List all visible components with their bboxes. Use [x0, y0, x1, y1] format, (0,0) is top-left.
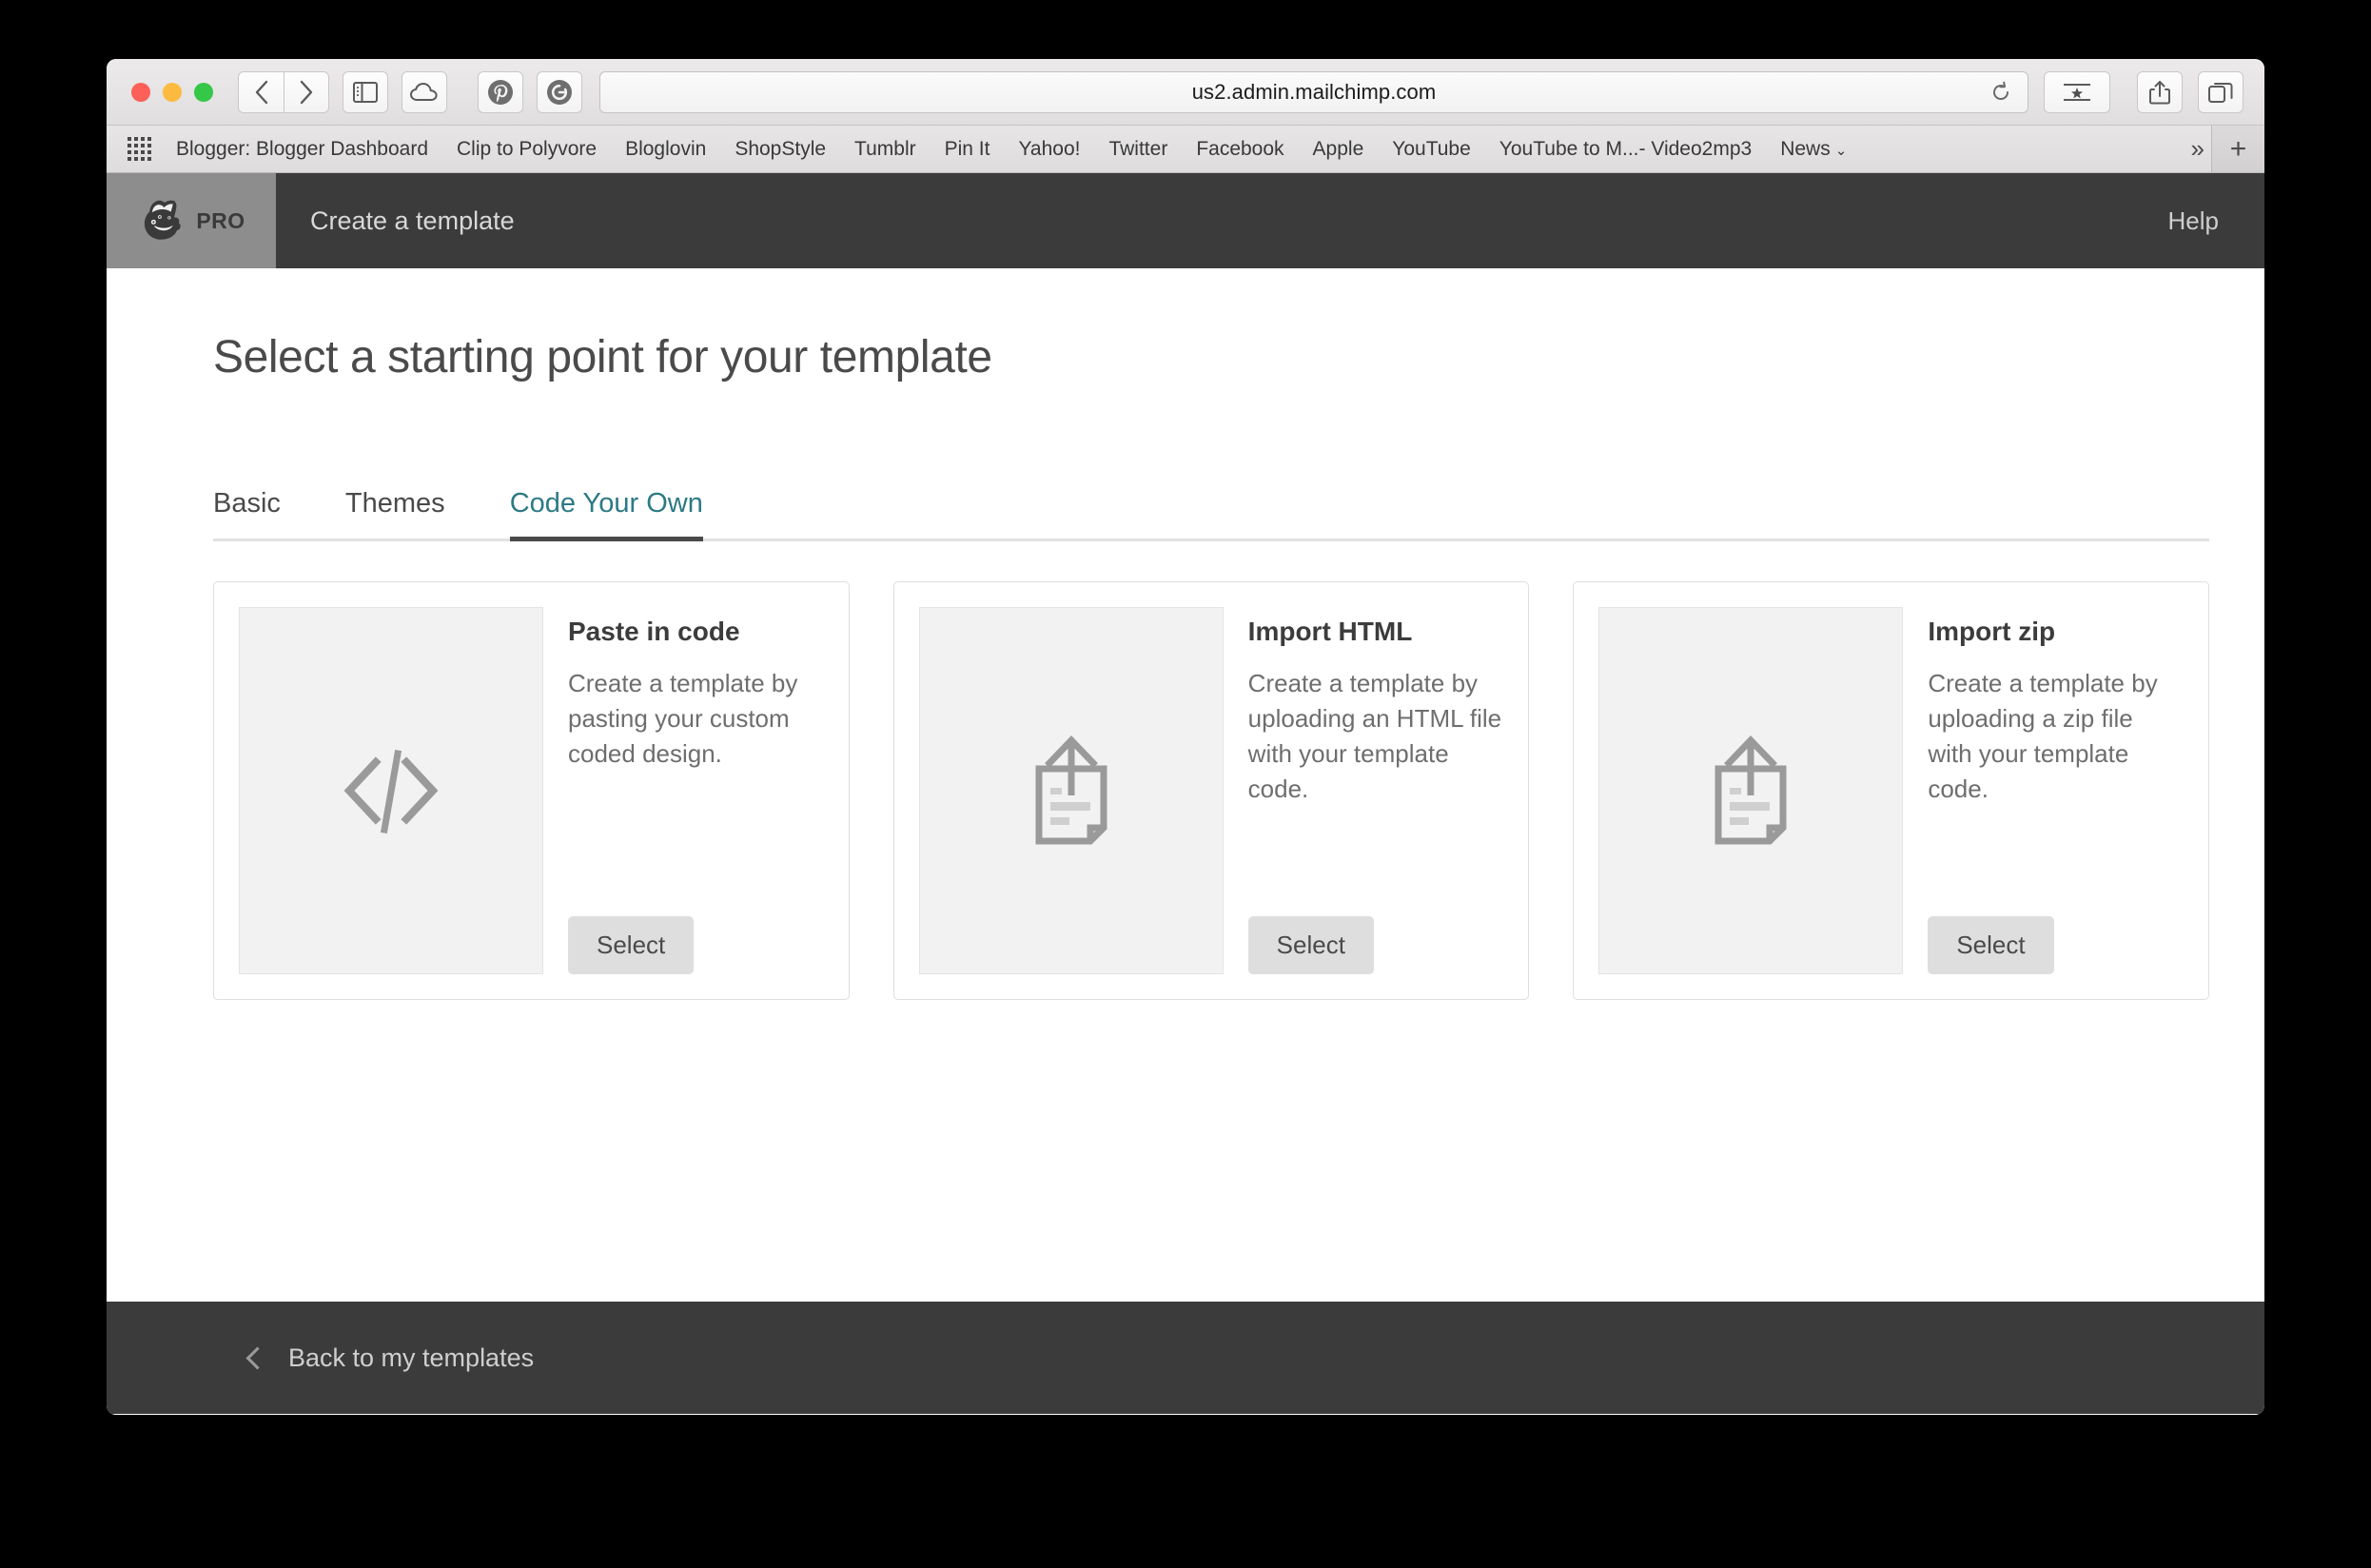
icloud-tabs-button[interactable]	[402, 70, 447, 113]
bookmark-news-folder[interactable]: News ⌄	[1780, 138, 1847, 161]
forward-button[interactable]	[284, 70, 329, 113]
card-import-html[interactable]: Import HTML Create a template by uploadi…	[892, 581, 1530, 1000]
cloud-icon	[410, 82, 438, 101]
bookmark-yahoo[interactable]: Yahoo!	[1018, 138, 1080, 161]
template-category-tabs: Basic Themes Code Your Own	[213, 488, 2209, 541]
card-thumbnail	[1598, 607, 1904, 974]
card-description: Create a template by uploading a zip fil…	[1928, 669, 2158, 803]
select-button-import-zip[interactable]: Select	[1928, 916, 2054, 974]
bookmark-youtube-to-mp3[interactable]: YouTube to M...- Video2mp3	[1499, 138, 1752, 161]
share-icon	[2149, 80, 2170, 104]
toolbar-right-buttons	[2137, 70, 2244, 113]
brand-logo-container[interactable]: PRO	[107, 173, 276, 268]
page-content: Select a starting point for your templat…	[107, 268, 2264, 1302]
tab-code-your-own[interactable]: Code Your Own	[509, 488, 703, 541]
grammarly-icon	[547, 79, 572, 105]
bookmark-pin-it[interactable]: Pin It	[945, 138, 990, 161]
pinterest-icon	[488, 79, 513, 105]
bookmark-bloglovin[interactable]: Bloglovin	[625, 138, 706, 161]
code-brackets-icon	[343, 749, 439, 834]
app-footer: Back to my templates	[107, 1302, 2264, 1414]
web-page: PRO Create a template Help Select a star…	[107, 173, 2264, 1414]
tab-themes[interactable]: Themes	[345, 488, 445, 539]
template-option-cards: Paste in code Create a template by pasti…	[213, 581, 2210, 1000]
sidebar-icon	[353, 81, 378, 103]
bookmark-tumblr[interactable]: Tumblr	[854, 138, 916, 161]
select-button-import-html[interactable]: Select	[1247, 916, 1374, 974]
bookmark-apple[interactable]: Apple	[1313, 138, 1364, 161]
file-upload-icon	[1715, 735, 1787, 845]
card-body: Import zip Create a template by uploadin…	[1928, 607, 2184, 974]
reload-button[interactable]	[1989, 81, 2012, 104]
browser-window: us2.admin.mailchimp.com Blogger: Blogger…	[107, 59, 2264, 1415]
add-bookmark-button[interactable]	[2044, 70, 2110, 113]
minimize-window-button[interactable]	[163, 82, 182, 102]
pinterest-extension-button[interactable]	[478, 70, 523, 113]
close-window-button[interactable]	[131, 82, 150, 102]
address-bar-url: us2.admin.mailchimp.com	[1191, 79, 1437, 104]
app-title: Create a template	[310, 206, 515, 235]
card-title: Import HTML	[1247, 617, 1413, 646]
card-body: Paste in code Create a template by pasti…	[568, 607, 824, 974]
window-controls	[131, 82, 213, 102]
card-description: Create a template by uploading an HTML f…	[1247, 669, 1502, 803]
bookmark-facebook[interactable]: Facebook	[1196, 138, 1283, 161]
chevron-left-icon	[255, 80, 267, 104]
card-thumbnail	[239, 607, 543, 974]
navigation-buttons	[238, 70, 329, 113]
mailchimp-freddie-logo	[145, 200, 182, 240]
file-upload-icon	[1035, 735, 1107, 845]
bookmark-clip-to-polyvore[interactable]: Clip to Polyvore	[457, 138, 597, 161]
share-button[interactable]	[2137, 70, 2183, 113]
back-to-my-templates-link[interactable]: Back to my templates	[245, 1343, 535, 1373]
select-button-paste-in-code[interactable]: Select	[568, 916, 695, 974]
extension-buttons	[478, 70, 582, 113]
show-all-tabs-button[interactable]	[2198, 70, 2244, 113]
card-paste-in-code[interactable]: Paste in code Create a template by pasti…	[213, 581, 850, 1000]
maximize-window-button[interactable]	[194, 82, 213, 102]
card-body: Import HTML Create a template by uploadi…	[1247, 607, 1504, 974]
back-button[interactable]	[238, 70, 284, 113]
card-title: Paste in code	[568, 617, 740, 646]
bookmark-twitter[interactable]: Twitter	[1108, 138, 1167, 161]
tab-basic[interactable]: Basic	[213, 488, 281, 539]
new-tab-button[interactable]: +	[2211, 126, 2264, 172]
help-link[interactable]: Help	[2168, 206, 2219, 236]
show-all-tabs-icon	[2208, 82, 2233, 103]
bookmarks-bar: Blogger: Blogger Dashboard Clip to Polyv…	[107, 126, 2264, 173]
bookmark-blogger[interactable]: Blogger: Blogger Dashboard	[176, 138, 428, 161]
browser-toolbar: us2.admin.mailchimp.com	[107, 59, 2264, 126]
pro-badge: PRO	[196, 207, 245, 233]
bookmark-news-label: News	[1780, 137, 1831, 160]
card-import-zip[interactable]: Import zip Create a template by uploadin…	[1573, 581, 2210, 1000]
card-title: Import zip	[1928, 617, 2056, 646]
bookmark-shopstyle[interactable]: ShopStyle	[735, 138, 826, 161]
back-link-label: Back to my templates	[288, 1343, 535, 1372]
page-title: Select a starting point for your templat…	[213, 332, 992, 382]
bookmark-youtube[interactable]: YouTube	[1392, 138, 1471, 161]
card-description: Create a template by pasting your custom…	[568, 669, 798, 768]
apps-grid-icon[interactable]	[127, 137, 151, 161]
grammarly-extension-button[interactable]	[537, 70, 582, 113]
app-header: PRO Create a template Help	[107, 173, 2264, 268]
chevron-left-icon	[245, 1345, 269, 1370]
address-bar[interactable]: us2.admin.mailchimp.com	[599, 70, 2028, 113]
bookmark-star-icon	[2064, 83, 2090, 101]
chevron-down-icon: ⌄	[1834, 142, 1848, 159]
reload-icon	[1993, 81, 2009, 100]
sidebar-toggle-button[interactable]	[343, 70, 388, 113]
card-thumbnail	[918, 607, 1224, 974]
chevron-right-icon	[300, 80, 313, 104]
bookmarks-overflow-button[interactable]: »	[2191, 134, 2205, 164]
